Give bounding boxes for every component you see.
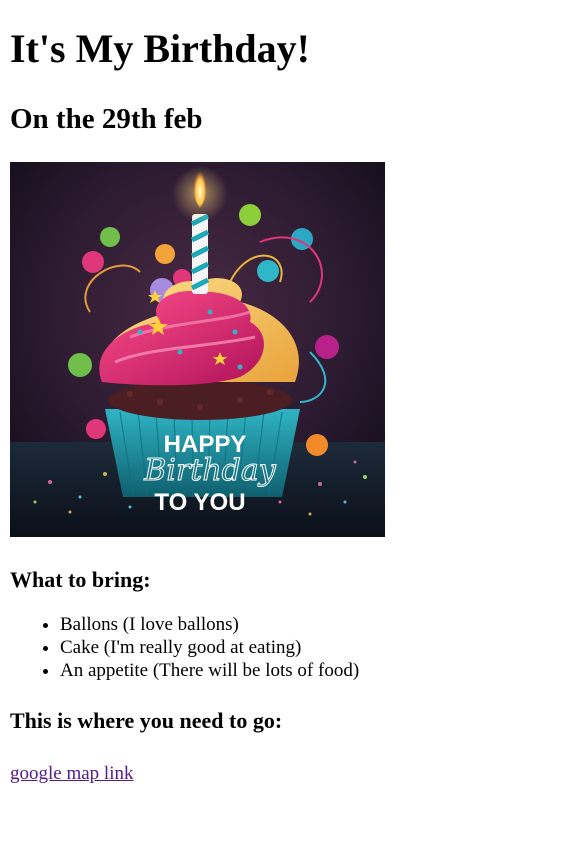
page-subtitle: On the 29th feb — [10, 103, 203, 135]
page-content: It's My Birthday! On the 29th feb HAPPY … — [0, 0, 571, 785]
image-text-birthday: Birthday — [143, 453, 276, 488]
directions-heading: This is where you need to go: — [10, 708, 283, 733]
page-title: It's My Birthday! — [10, 26, 310, 71]
birthday-cupcake-image: HAPPY Birthday TO YOU — [10, 162, 385, 537]
bring-list: Ballons (I love ballons) Cake (I'm reall… — [10, 613, 561, 682]
bring-heading: What to bring: — [10, 567, 151, 592]
list-item: Cake (I'm really good at eating) — [60, 636, 561, 659]
list-item: An appetite (There will be lots of food) — [60, 659, 561, 682]
list-item: Ballons (I love ballons) — [60, 613, 561, 636]
image-text-to-you: TO YOU — [154, 489, 245, 516]
google-map-link[interactable]: google map link — [10, 762, 133, 785]
